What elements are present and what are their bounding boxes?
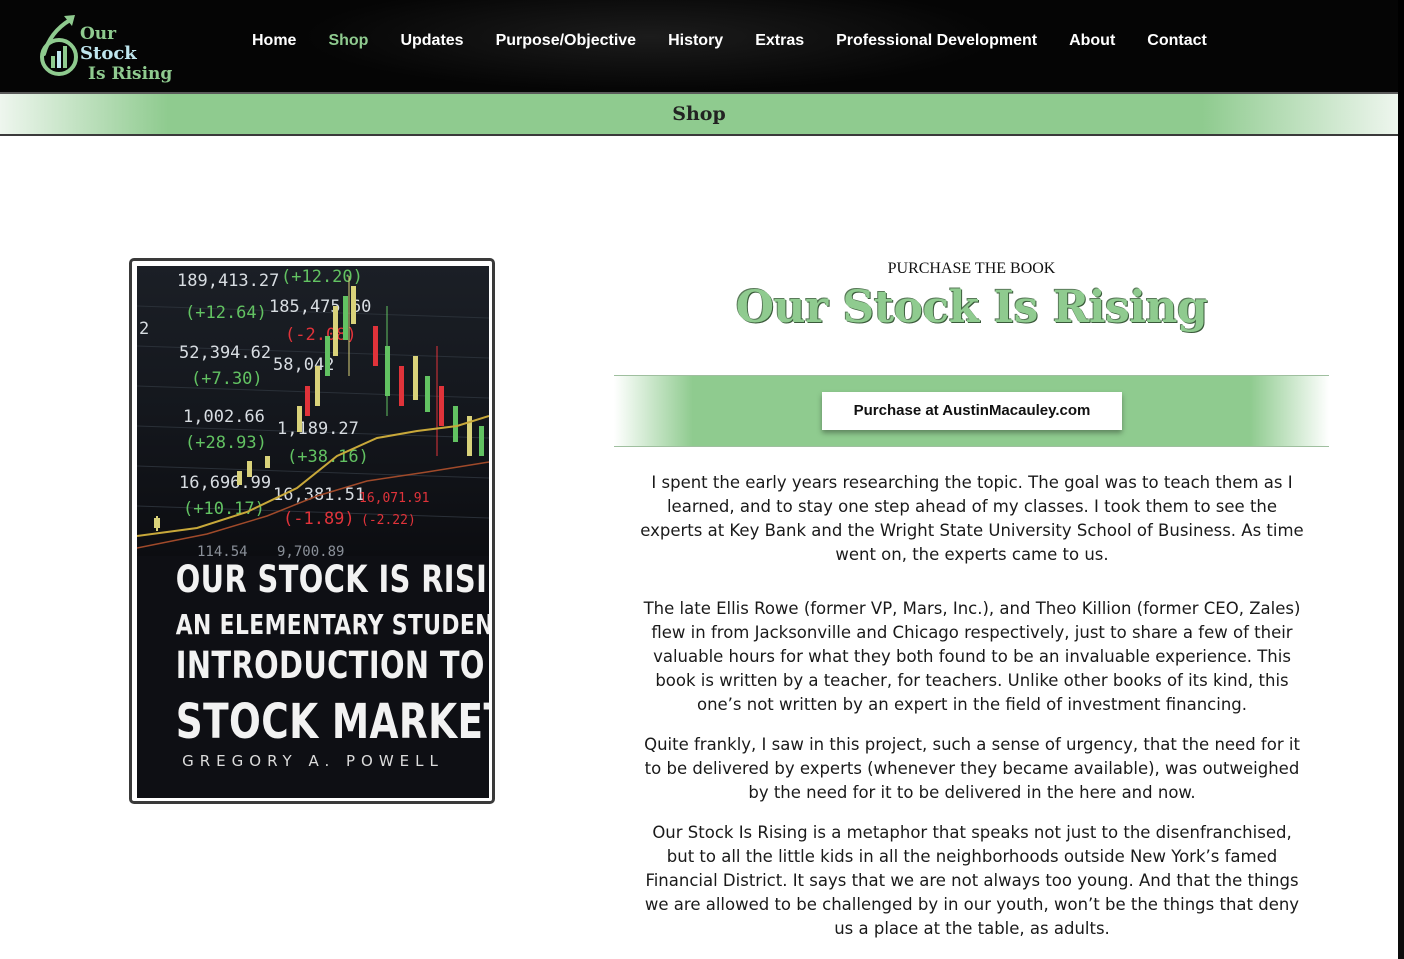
logo-text-stock: Stock <box>80 43 137 64</box>
purchase-button[interactable]: Purchase at AustinMacauley.com <box>822 392 1122 430</box>
ticker-number: 16,071.91 <box>359 491 429 506</box>
nav-extras[interactable]: Extras <box>755 32 804 54</box>
ticker-change: (+7.30) <box>191 369 263 389</box>
cover-title-line: OUR STOCK IS RISING <box>175 558 489 601</box>
ticker-number: 1,189.27 <box>277 419 359 439</box>
book-cover-frame: 189,413.27 (+12.64) 185,475.60 (+12.20) … <box>129 258 495 804</box>
cover-subtitle-line: INTRODUCTION TO THE <box>175 644 489 687</box>
nav-contact[interactable]: Contact <box>1147 32 1207 54</box>
description-paragraph: Our Stock Is Rising is a metaphor that s… <box>644 823 1300 938</box>
nav-about[interactable]: About <box>1069 32 1115 54</box>
ticker-change: (+12.20) <box>281 267 363 287</box>
description-paragraph: The late Ellis Rowe (former VP, Mars, In… <box>643 599 1301 714</box>
cover-subtitle-line: AN ELEMENTARY STUDENT’S <box>175 608 489 641</box>
nav-updates[interactable]: Updates <box>400 32 463 54</box>
purchase-eyebrow: PURCHASE THE BOOK <box>887 260 1056 277</box>
ticker-change: (-2.22) <box>361 513 416 528</box>
book-cover-image: 189,413.27 (+12.64) 185,475.60 (+12.20) … <box>137 266 489 798</box>
ticker-number: 185,475.60 <box>269 297 371 317</box>
nav-shop[interactable]: Shop <box>328 32 368 54</box>
page-title-bar: Shop <box>0 92 1398 136</box>
site-header: Our Stock Is Rising Home Shop Updates Pu… <box>0 0 1398 92</box>
nav-professional-development[interactable]: Professional Development <box>836 32 1037 54</box>
ticker-change: (+12.64) <box>185 303 267 323</box>
ticker-change: (-1.89) <box>283 509 355 529</box>
logo-text-is-rising: Is Rising <box>88 64 173 84</box>
book-title-heading: Our Stock Is Rising <box>735 282 1208 333</box>
ticker-number: 16,696.99 <box>179 473 271 493</box>
logo-wordmark: Our Stock Is Rising <box>80 24 178 84</box>
site-logo[interactable]: Our Stock Is Rising <box>38 14 178 84</box>
description-paragraph: I spent the early years researching the … <box>640 473 1304 564</box>
main-navigation: Home Shop Updates Purpose/Objective Hist… <box>252 32 1207 54</box>
ticker-number: 2 <box>139 319 149 339</box>
cover-author: GREGORY A. POWELL <box>182 752 444 770</box>
nav-history[interactable]: History <box>668 32 723 54</box>
description-paragraph: Quite frankly, I saw in this project, su… <box>644 735 1300 802</box>
ticker-number: 189,413.27 <box>177 271 279 291</box>
nav-home[interactable]: Home <box>252 32 296 54</box>
ticker-number: 1,002.66 <box>183 407 265 427</box>
nav-purpose-objective[interactable]: Purpose/Objective <box>496 32 637 54</box>
ticker-change: (+28.93) <box>185 433 267 453</box>
ticker-number: 52,394.62 <box>179 343 271 363</box>
cover-subtitle-line: STOCK MARKET <box>175 694 489 750</box>
page-title: Shop <box>672 103 726 125</box>
scrollbar-thumb[interactable] <box>1398 430 1404 959</box>
logo-text-our: Our <box>80 24 117 44</box>
rising-stock-logo-icon <box>40 15 78 76</box>
